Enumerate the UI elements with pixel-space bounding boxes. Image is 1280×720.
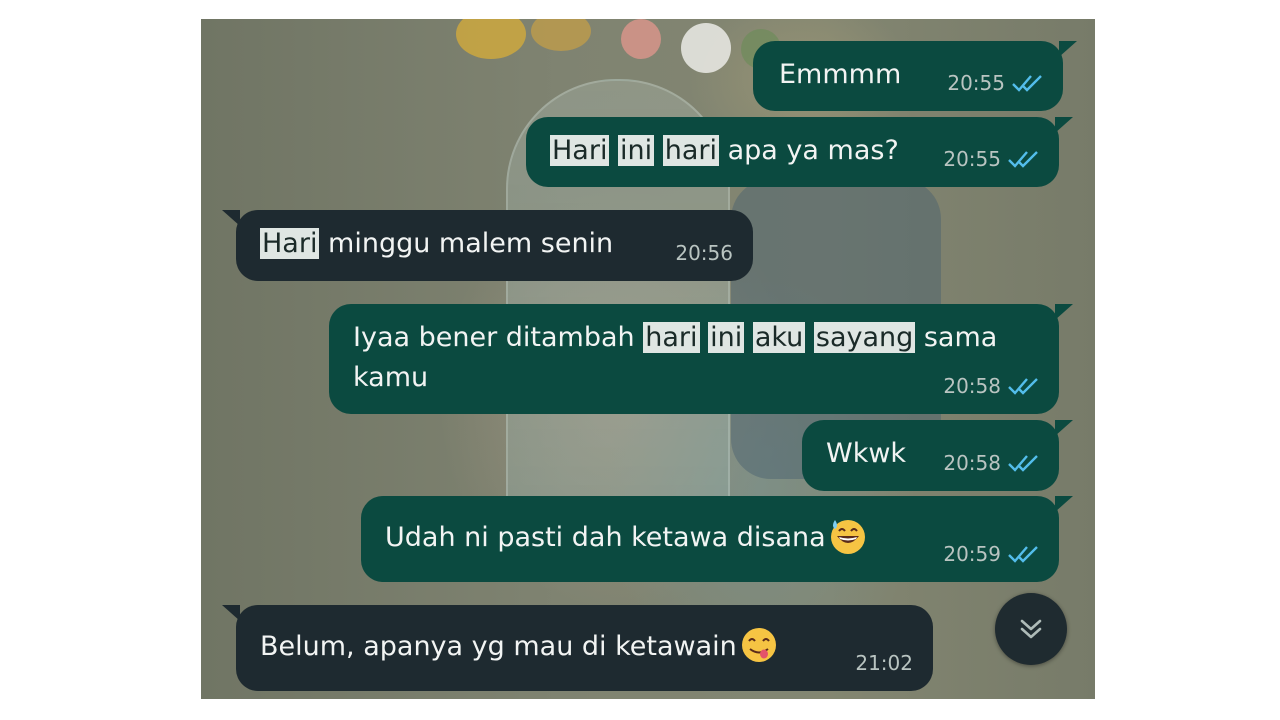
message-text-segment: [700, 322, 709, 353]
double-check-icon: [1008, 378, 1038, 395]
double-check-icon: [1008, 151, 1038, 168]
search-highlight: Hari: [550, 135, 610, 166]
search-highlight: ini: [708, 322, 745, 353]
search-highlight: aku: [752, 322, 806, 353]
message-text: Iyaa bener ditambah hari ini aku sayang …: [353, 318, 1043, 398]
message-text: Wkwk: [826, 434, 906, 474]
message-text-segment: Udah ni pasti dah ketawa disana: [385, 522, 826, 553]
message-time: 20:56: [675, 241, 733, 265]
search-highlight: Hari: [260, 228, 320, 259]
search-highlight: hari: [643, 322, 700, 353]
message-incoming[interactable]: Hari minggu malem senin 20:56: [222, 210, 753, 281]
message-text-segment: Iyaa bener ditambah: [353, 322, 644, 353]
message-outgoing[interactable]: Iyaa bener ditambah hari ini aku sayang …: [329, 304, 1073, 414]
message-text: Belum, apanya yg mau di ketawain: [260, 627, 779, 668]
search-highlight: hari: [662, 135, 720, 166]
message-text-segment: [609, 135, 618, 166]
message-time: 21:02: [855, 651, 913, 675]
scroll-to-bottom-button[interactable]: [995, 593, 1067, 665]
message-text-segment: Emmmm: [779, 59, 902, 90]
message-time: 20:58: [943, 451, 1001, 475]
message-text-segment: Wkwk: [826, 438, 907, 469]
message-time: 20:55: [947, 71, 1005, 95]
message-incoming[interactable]: Belum, apanya yg mau di ketawain 21:02: [222, 605, 933, 691]
wallpaper-flower: [456, 19, 526, 59]
double-chevron-down-icon: [1020, 619, 1042, 639]
message-meta: 20:58: [943, 443, 1041, 483]
yum-emoji: [741, 627, 776, 662]
message-time: 20:55: [943, 147, 1001, 171]
wallpaper-flower: [621, 19, 661, 59]
chat-screenshot: Emmmm 20:55 Hari ini hari apa ya mas? 20…: [201, 19, 1095, 699]
message-text-segment: minggu malem senin: [319, 228, 614, 259]
double-check-icon: [1008, 546, 1038, 563]
message-text-segment: Belum, apanya yg mau di ketawain: [260, 631, 737, 662]
message-outgoing[interactable]: Hari ini hari apa ya mas? 20:55: [526, 117, 1073, 187]
message-meta: 20:55: [943, 139, 1041, 179]
message-meta: 20:55: [947, 63, 1045, 103]
message-outgoing[interactable]: Wkwk 20:58: [802, 420, 1073, 491]
search-highlight: sayang: [813, 322, 916, 353]
message-text: Emmmm: [779, 55, 901, 95]
message-meta: 20:56: [675, 233, 733, 273]
message-text-segment: [805, 322, 814, 353]
message-time: 20:59: [943, 542, 1001, 566]
message-time: 20:58: [943, 374, 1001, 398]
message-text: Hari ini hari apa ya mas?: [550, 131, 899, 171]
double-check-icon: [1012, 75, 1042, 92]
message-text-segment: apa ya mas?: [719, 135, 899, 166]
message-text: Hari minggu malem senin: [260, 224, 613, 264]
message-meta: 21:02: [855, 643, 913, 683]
message-meta: 20:59: [943, 534, 1041, 574]
wallpaper-flower: [681, 23, 731, 73]
message-text-segment: [654, 135, 663, 166]
search-highlight: ini: [618, 135, 655, 166]
wallpaper-flower: [531, 19, 591, 51]
double-check-icon: [1008, 455, 1038, 472]
grinning-sweat-emoji: [830, 519, 865, 554]
message-outgoing[interactable]: Emmmm 20:55: [753, 41, 1077, 111]
message-text: Udah ni pasti dah ketawa disana: [385, 518, 868, 559]
message-text-segment: [744, 322, 753, 353]
message-outgoing[interactable]: Udah ni pasti dah ketawa disana 20:59: [361, 496, 1073, 582]
message-meta: 20:58: [943, 366, 1041, 406]
